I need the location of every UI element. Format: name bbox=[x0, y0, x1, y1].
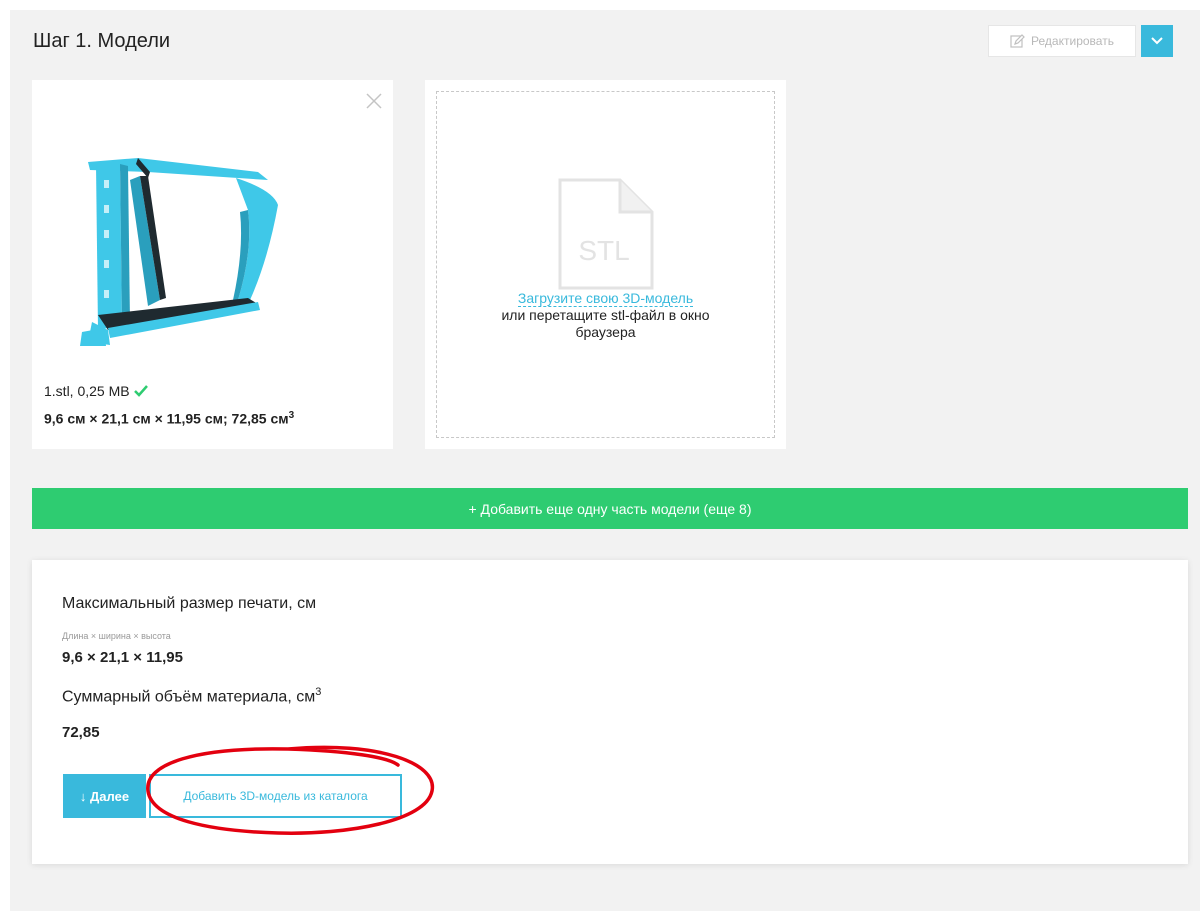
edit-button-label: Редактировать bbox=[1031, 34, 1114, 48]
model-dimensions: 9,6 см × 21,1 см × 11,95 см; 72,85 см3 bbox=[44, 410, 294, 427]
upload-hint-line1: или перетащите stl-файл в окно bbox=[501, 307, 710, 323]
edit-button[interactable]: Редактировать bbox=[988, 25, 1136, 57]
upload-model-link[interactable]: Загрузите свою 3D-модель bbox=[517, 290, 694, 307]
total-volume-value: 72,85 bbox=[62, 724, 100, 741]
total-volume-sup: 3 bbox=[315, 686, 322, 698]
total-volume-title: Суммарный объём материала, см3 bbox=[62, 686, 321, 706]
model-dimensions-sup: 3 bbox=[288, 410, 295, 421]
close-icon[interactable] bbox=[365, 92, 383, 110]
step-panel: Шаг 1. Модели Редактировать 1.stl, 0,25 … bbox=[10, 10, 1200, 911]
stl-file-icon: STL bbox=[558, 178, 654, 290]
upload-hint-line2: браузера bbox=[575, 324, 636, 340]
upload-dropzone[interactable]: STL Загрузите свою 3D-модель или перетащ… bbox=[425, 80, 786, 449]
total-volume-title-text: Суммарный объём материала, см bbox=[62, 688, 316, 706]
model-card: 1.stl, 0,25 MB 9,6 см × 21,1 см × 11,95 … bbox=[32, 80, 393, 449]
file-info-text: 1.stl, 0,25 MB bbox=[44, 383, 130, 399]
file-info: 1.stl, 0,25 MB bbox=[44, 383, 148, 399]
next-button[interactable]: ↓ Далее bbox=[63, 774, 146, 818]
add-model-part-button[interactable]: + Добавить еще одну часть модели (еще 8) bbox=[32, 488, 1188, 529]
model-preview-image bbox=[80, 158, 278, 346]
model-dimensions-text: 9,6 см × 21,1 см × 11,95 см; 72,85 см bbox=[44, 410, 289, 427]
upload-instructions: Загрузите свою 3D-модель или перетащите … bbox=[425, 290, 786, 341]
add-from-catalog-button[interactable]: Добавить 3D-модель из каталога bbox=[149, 774, 402, 818]
dimensions-caption: Длина × ширина × высота bbox=[62, 631, 171, 641]
pencil-icon bbox=[1010, 33, 1025, 48]
checkmark-icon bbox=[133, 385, 148, 397]
max-print-size-value: 9,6 × 21,1 × 11,95 bbox=[62, 649, 183, 666]
stl-icon-label: STL bbox=[578, 235, 629, 266]
chevron-down-icon bbox=[1151, 37, 1163, 45]
dropdown-toggle-button[interactable] bbox=[1141, 25, 1173, 57]
page-title: Шаг 1. Модели bbox=[33, 30, 171, 52]
summary-card: Максимальный размер печати, см Длина × ш… bbox=[32, 560, 1188, 864]
max-print-size-title: Максимальный размер печати, см bbox=[62, 595, 317, 612]
